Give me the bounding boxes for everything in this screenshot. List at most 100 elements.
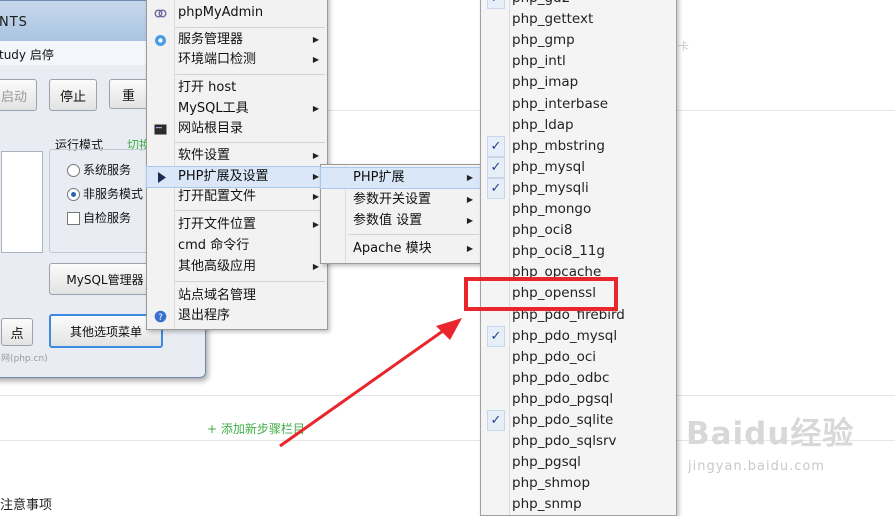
extension-item-php-gd2[interactable]: ✓ php_gd2 [481, 0, 676, 9]
menu-item-label: 打开 host [178, 80, 237, 95]
menu-item-label: phpMyAdmin [178, 5, 264, 20]
extension-item-php-pdo-sqlsrv[interactable]: php_pdo_sqlsrv [481, 431, 676, 452]
menu-item-software-settings[interactable]: 软件设置 ▶ [147, 146, 327, 166]
svg-text:?: ? [158, 313, 163, 323]
extension-item-php-mysqli[interactable]: ✓ php_mysqli [481, 177, 676, 199]
menu-item-label: Apache 模块 [353, 241, 432, 256]
extension-item-php-oci8-11g[interactable]: php_oci8_11g [481, 241, 676, 262]
extension-label: php_gmp [512, 32, 575, 49]
extension-label: php_pgsql [512, 454, 581, 471]
extension-label: php_mbstring [512, 137, 605, 154]
extension-label: php_imap [512, 74, 579, 91]
menu-item-php-extensions-settings[interactable]: PHP扩展及设置 ▶ [146, 166, 328, 188]
extension-label: php_gettext [512, 11, 594, 28]
extension-item-php-intl[interactable]: php_intl [481, 51, 676, 72]
log-area [1, 151, 43, 253]
menu-item-advanced[interactable]: 其他高级应用 ▶ [147, 257, 327, 277]
menubar-text[interactable]: tudy 启停 [0, 46, 54, 63]
footer-url: 网(php.cn) [1, 354, 48, 364]
extension-item-php-pdo-sqlite[interactable]: ✓ php_pdo_sqlite [481, 410, 676, 431]
watermark-url: jingyan.baidu.com [688, 459, 825, 474]
extension-item-php-pdo-mysql[interactable]: ✓ php_pdo_mysql [481, 325, 676, 347]
help-icon: ? [154, 310, 167, 323]
extension-item-php-gmp[interactable]: php_gmp [481, 30, 676, 51]
menu-item-label: 服务管理器 [178, 32, 244, 47]
menu-item-port-check[interactable]: 环境端口检测 ▶ [147, 50, 327, 70]
dot-button[interactable]: 点 [1, 318, 33, 346]
extension-label: php_shmop [512, 475, 591, 492]
start-button[interactable]: 启动 [0, 79, 37, 111]
non-service-radio[interactable]: 非服务模式 [67, 185, 143, 202]
submenu-arrow-icon: ▶ [466, 195, 473, 204]
submenu-arrow-icon: ▶ [466, 216, 473, 225]
checkmark-icon: ✓ [487, 135, 505, 157]
extension-label: php_oci8_11g [512, 243, 605, 260]
extension-label: php_snmp [512, 496, 582, 513]
menu-item-label: 退出程序 [178, 308, 231, 323]
submenu-arrow-icon: ▶ [312, 220, 319, 229]
extension-label: php_pdo_oci [512, 348, 597, 365]
extension-item-php-pdo-odbc[interactable]: php_pdo_odbc [481, 368, 676, 389]
checkmark-icon: ✓ [487, 156, 505, 178]
menu-separator [175, 74, 325, 75]
extension-item-php-gettext[interactable]: php_gettext [481, 9, 676, 30]
menu-item-param-switch[interactable]: 参数开关设置 ▶ [321, 190, 481, 210]
extension-label: php_pdo_odbc [512, 369, 610, 386]
extension-label: php_oci8 [512, 222, 573, 239]
gear-icon [155, 35, 166, 46]
menu-item-web-root[interactable]: 网站根目录 [147, 119, 327, 139]
highlight-box [464, 277, 618, 311]
submenu-arrow-icon: ▶ [312, 55, 319, 64]
extension-item-php-shmop[interactable]: php_shmop [481, 473, 676, 494]
extension-item-php-oci8[interactable]: php_oci8 [481, 220, 676, 241]
menu-item-cmd[interactable]: cmd 命令行 [147, 236, 327, 256]
submenu-arrow-icon: ▶ [312, 35, 319, 44]
window-title: NTS [0, 15, 28, 30]
menu-item-mysql-tools[interactable]: MySQL工具 ▶ [147, 99, 327, 119]
self-check-checkbox[interactable]: 自检服务 [67, 209, 131, 226]
menu-item-label: 网站根目录 [178, 121, 244, 136]
radio-icon [67, 164, 80, 177]
self-check-label: 自检服务 [83, 211, 132, 225]
extension-label: php_mysql [512, 158, 585, 175]
system-service-radio[interactable]: 系统服务 [67, 161, 131, 178]
menu-item-param-value[interactable]: 参数值 设置 ▶ [321, 211, 481, 231]
extension-item-php-pdo-pgsql[interactable]: php_pdo_pgsql [481, 389, 676, 410]
menu-separator [175, 210, 325, 211]
extension-item-php-imap[interactable]: php_imap [481, 72, 676, 93]
extension-label: php_mongo [512, 201, 592, 217]
menu-item-service-manager[interactable]: 服务管理器 ▶ [147, 30, 327, 50]
extension-item-php-mbstring[interactable]: ✓ php_mbstring [481, 135, 676, 157]
main-context-menu: phpMyAdmin 服务管理器 ▶ 环境端口检测 ▶ 打开 host MySQL工… [146, 0, 328, 330]
baidu-watermark: Baidu经验 jingyan.baidu.com [686, 408, 855, 474]
menu-item-label: 打开文件位置 [178, 217, 257, 232]
submenu-arrow-icon: ▶ [466, 173, 473, 182]
checkmark-icon: ✓ [487, 325, 505, 347]
menu-item-open-config[interactable]: 打开配置文件 ▶ [147, 187, 327, 207]
extension-item-php-pdo-oci[interactable]: php_pdo_oci [481, 347, 676, 368]
extension-label: php_intl [512, 53, 566, 70]
extension-item-php-snmp[interactable]: php_snmp [481, 494, 676, 515]
menu-item-open-host[interactable]: 打开 host [147, 78, 327, 98]
checkmark-icon: ✓ [487, 410, 505, 431]
menu-item-phpmyadmin[interactable]: phpMyAdmin [147, 3, 327, 23]
extension-item-php-interbase[interactable]: php_interbase [481, 94, 676, 115]
stop-button[interactable]: 停止 [49, 79, 97, 111]
extension-item-php-ldap[interactable]: php_ldap [481, 115, 676, 136]
menu-item-label: 其他高级应用 [178, 259, 257, 274]
menu-item-php-extensions[interactable]: PHP扩展 ▶ [320, 167, 482, 189]
extension-label: php_interbase [512, 95, 609, 112]
watermark-logo: Baidu经验 [686, 416, 855, 452]
menu-item-site-domain[interactable]: 站点域名管理 [147, 286, 327, 306]
menu-item-open-file-location[interactable]: 打开文件位置 ▶ [147, 215, 327, 235]
extension-item-php-mysql[interactable]: ✓ php_mysql [481, 156, 676, 178]
menu-item-apache-modules[interactable]: Apache 模块 ▶ [321, 239, 481, 259]
menu-separator [175, 142, 325, 143]
mysql-manager-button[interactable]: MySQL管理器 [49, 263, 161, 295]
checkbox-icon [67, 212, 80, 225]
menu-item-label: PHP扩展及设置 [178, 169, 269, 184]
menu-separator [349, 234, 479, 235]
php-extensions-menu: ✓ php_gd2 php_gettext php_gmp php_intl php_im… [480, 0, 677, 516]
extension-item-php-pgsql[interactable]: php_pgsql [481, 452, 676, 473]
extension-item-php-mongo[interactable]: php_mongo [481, 199, 676, 220]
